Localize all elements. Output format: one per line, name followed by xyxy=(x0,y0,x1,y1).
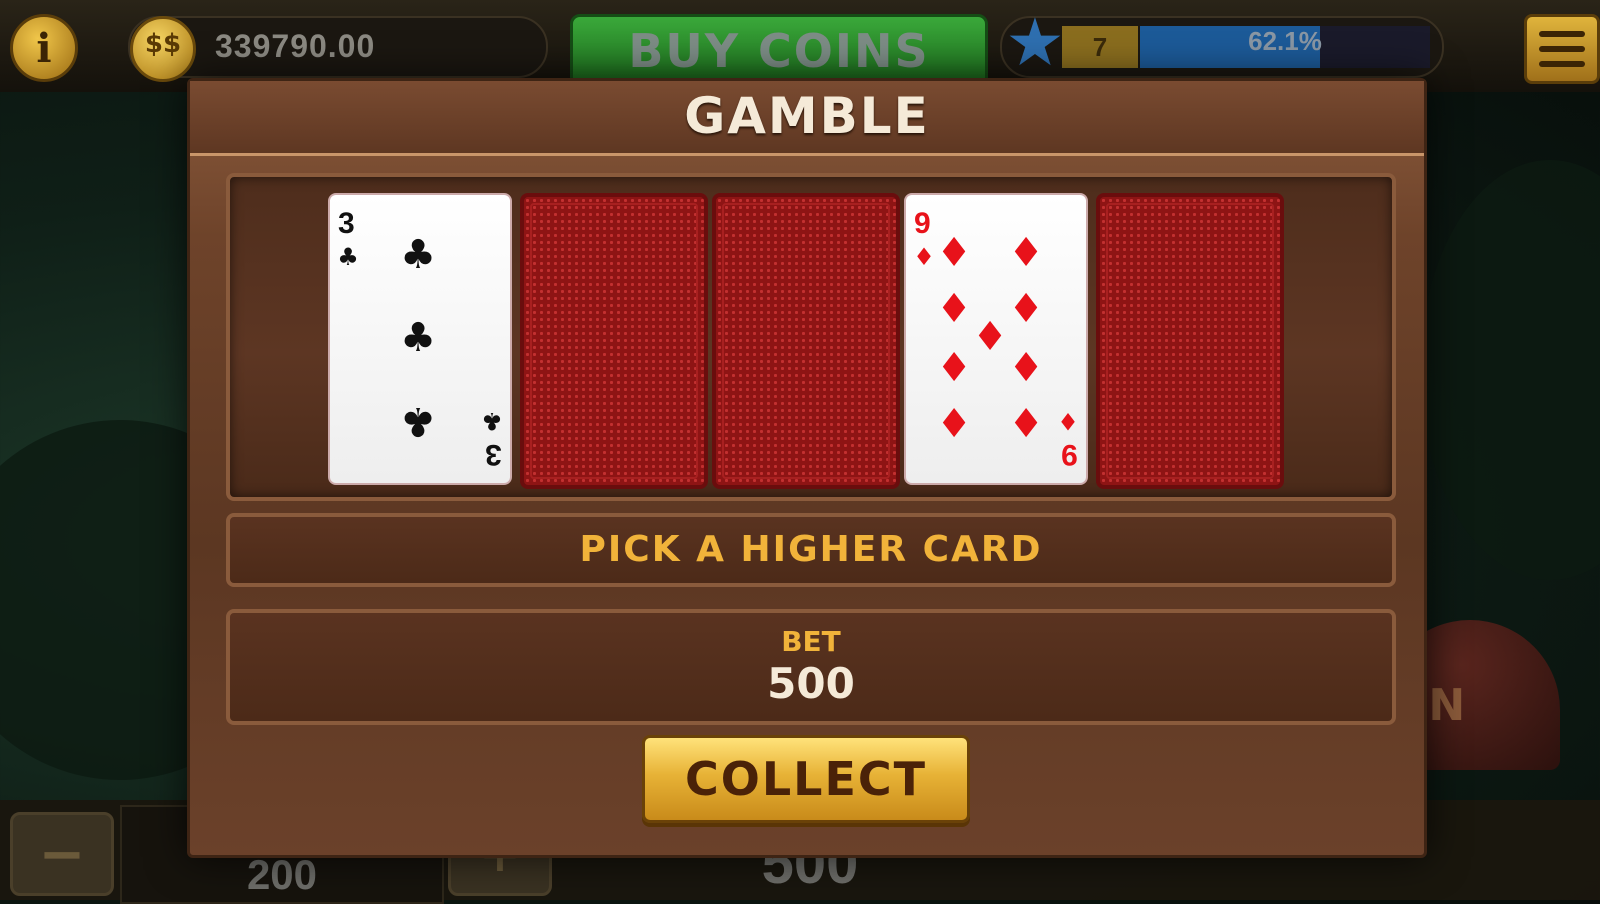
clubs-pip-icon: ♣ xyxy=(400,315,436,361)
coin-balance-value: 339790.00 xyxy=(215,28,376,64)
bet-panel: BET 500 xyxy=(226,609,1396,725)
dialog-header: GAMBLE xyxy=(190,81,1424,156)
card-rank: 9 xyxy=(914,207,931,240)
xp-progress: ★ 7 62.1% xyxy=(1000,8,1444,78)
bet-label: BET xyxy=(781,625,841,658)
cards-panel: 3 ♣ 3 ♣ ♣ ♣ ♣ 9 ♦ 9 ♦ ♦ ♦ ♦ ♦ ♦ ♦ ♦ ♦ ♦ xyxy=(226,173,1396,501)
bet-value: 500 xyxy=(767,659,855,708)
background-foliage xyxy=(1420,160,1600,580)
card-face-down[interactable] xyxy=(1096,193,1284,489)
card-rank: 3 xyxy=(485,438,502,471)
info-button[interactable]: i xyxy=(10,14,78,82)
diamonds-pip-icon: ♦ xyxy=(936,398,972,444)
clubs-pip-icon: ♣ xyxy=(400,232,436,278)
card-back-pattern xyxy=(722,203,890,479)
star-icon: ★ xyxy=(1005,4,1065,81)
diamonds-pip-icon: ♦ xyxy=(1008,398,1044,444)
total-bet-value: 200 xyxy=(246,851,318,898)
xp-bar: 62.1% xyxy=(1140,26,1430,68)
buy-coins-label: BUY COINS xyxy=(628,24,930,78)
buy-coins-button[interactable]: BUY COINS xyxy=(570,14,988,88)
gamble-dialog: GAMBLE 3 ♣ 3 ♣ ♣ ♣ ♣ 9 ♦ 9 ♦ ♦ ♦ ♦ ♦ ♦ ♦ ♦ ♦ ♦ PICK A HIGHE… xyxy=(187,78,1427,858)
instruction-text: PICK A HIGHER CARD xyxy=(579,529,1043,570)
card-face-down[interactable] xyxy=(712,193,900,489)
card-9-of-diamonds[interactable]: 9 ♦ 9 ♦ ♦ ♦ ♦ ♦ ♦ ♦ ♦ ♦ ♦ xyxy=(904,193,1088,485)
clubs-suit-icon: ♣ xyxy=(481,407,503,435)
xp-percent: 62.1% xyxy=(1248,26,1322,56)
card-3-of-clubs[interactable]: 3 ♣ 3 ♣ ♣ ♣ ♣ xyxy=(328,193,512,485)
card-face-down[interactable] xyxy=(520,193,708,489)
diamonds-pip-icon: ♦ xyxy=(936,230,972,276)
diamonds-pip-icon: ♦ xyxy=(936,286,972,332)
info-icon: i xyxy=(36,24,52,72)
diamonds-suit-icon: ♦ xyxy=(913,243,935,271)
menu-button[interactable] xyxy=(1524,14,1600,84)
dialog-title: GAMBLE xyxy=(684,87,930,145)
collect-button[interactable]: COLLECT xyxy=(642,735,970,823)
hamburger-icon xyxy=(1539,31,1585,37)
card-rank: 3 xyxy=(338,207,355,240)
decrease-bet-button[interactable]: − xyxy=(10,812,114,896)
card-back-pattern xyxy=(530,203,698,479)
diamonds-pip-icon: ♦ xyxy=(1008,342,1044,388)
diamonds-pip-icon: ♦ xyxy=(936,342,972,388)
card-rank: 9 xyxy=(1061,438,1078,471)
diamonds-pip-icon: ♦ xyxy=(972,314,1008,360)
diamonds-suit-icon: ♦ xyxy=(1057,407,1079,435)
clubs-suit-icon: ♣ xyxy=(337,243,359,271)
level-badge: 7 xyxy=(1062,26,1138,68)
instruction-panel: PICK A HIGHER CARD xyxy=(226,513,1396,587)
coin-balance-display: $$ 339790.00 xyxy=(128,16,548,82)
clubs-pip-icon: ♣ xyxy=(400,398,436,444)
collect-label: COLLECT xyxy=(684,752,928,806)
diamonds-pip-icon: ♦ xyxy=(1008,286,1044,332)
diamonds-pip-icon: ♦ xyxy=(1008,230,1044,276)
coin-icon: $$ xyxy=(130,16,196,82)
card-back-pattern xyxy=(1106,203,1274,479)
